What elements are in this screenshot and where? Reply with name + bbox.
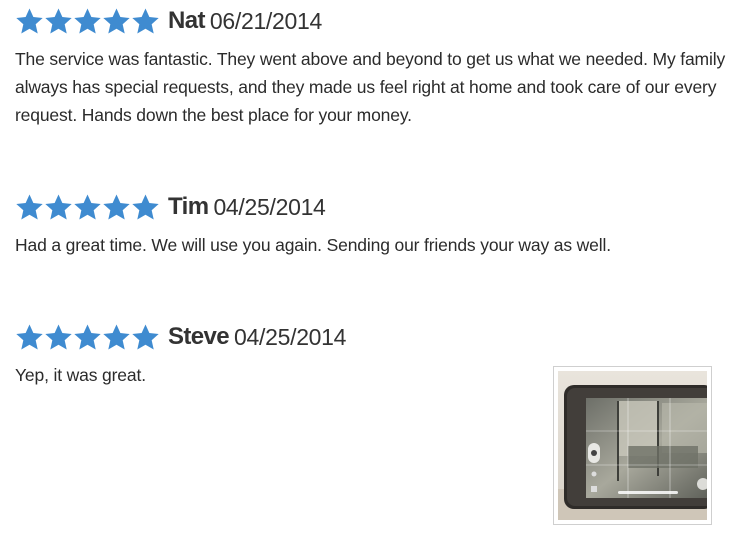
review-header: Nat 06/21/2014 [15, 4, 730, 38]
star-icon [44, 7, 73, 36]
review-date: 04/25/2014 [234, 323, 347, 350]
star-icon [73, 7, 102, 36]
reviewer-name: Nat [168, 7, 205, 34]
review-text: Had a great time. We will use you again.… [15, 235, 611, 255]
star-icon [15, 323, 44, 352]
review-header: Tim 04/25/2014 [15, 190, 730, 224]
star-icon [131, 193, 160, 222]
star-icon [15, 7, 44, 36]
review-date: 06/21/2014 [209, 7, 322, 34]
star-icon [73, 323, 102, 352]
star-icon [44, 323, 73, 352]
review-photo-thumbnail[interactable] [553, 366, 712, 525]
tablet-camera-photo-icon [558, 371, 707, 520]
star-icon [102, 323, 131, 352]
star-icon [102, 7, 131, 36]
reviewer-name: Steve [168, 323, 230, 350]
review-item: Nat 06/21/2014 The service was fantastic… [15, 4, 730, 129]
star-rating [15, 7, 160, 36]
review-header: Steve 04/25/2014 [15, 320, 730, 354]
star-icon [131, 7, 160, 36]
star-icon [44, 193, 73, 222]
review-text: The service was fantastic. They went abo… [15, 49, 726, 125]
star-icon [73, 193, 102, 222]
star-icon [15, 193, 44, 222]
star-rating [15, 193, 160, 222]
review-date: 04/25/2014 [213, 193, 326, 220]
review-item: Tim 04/25/2014 Had a great time. We will… [15, 190, 730, 259]
star-icon [102, 193, 131, 222]
star-rating [15, 323, 160, 352]
reviewer-name: Tim [168, 193, 209, 220]
star-icon [131, 323, 160, 352]
